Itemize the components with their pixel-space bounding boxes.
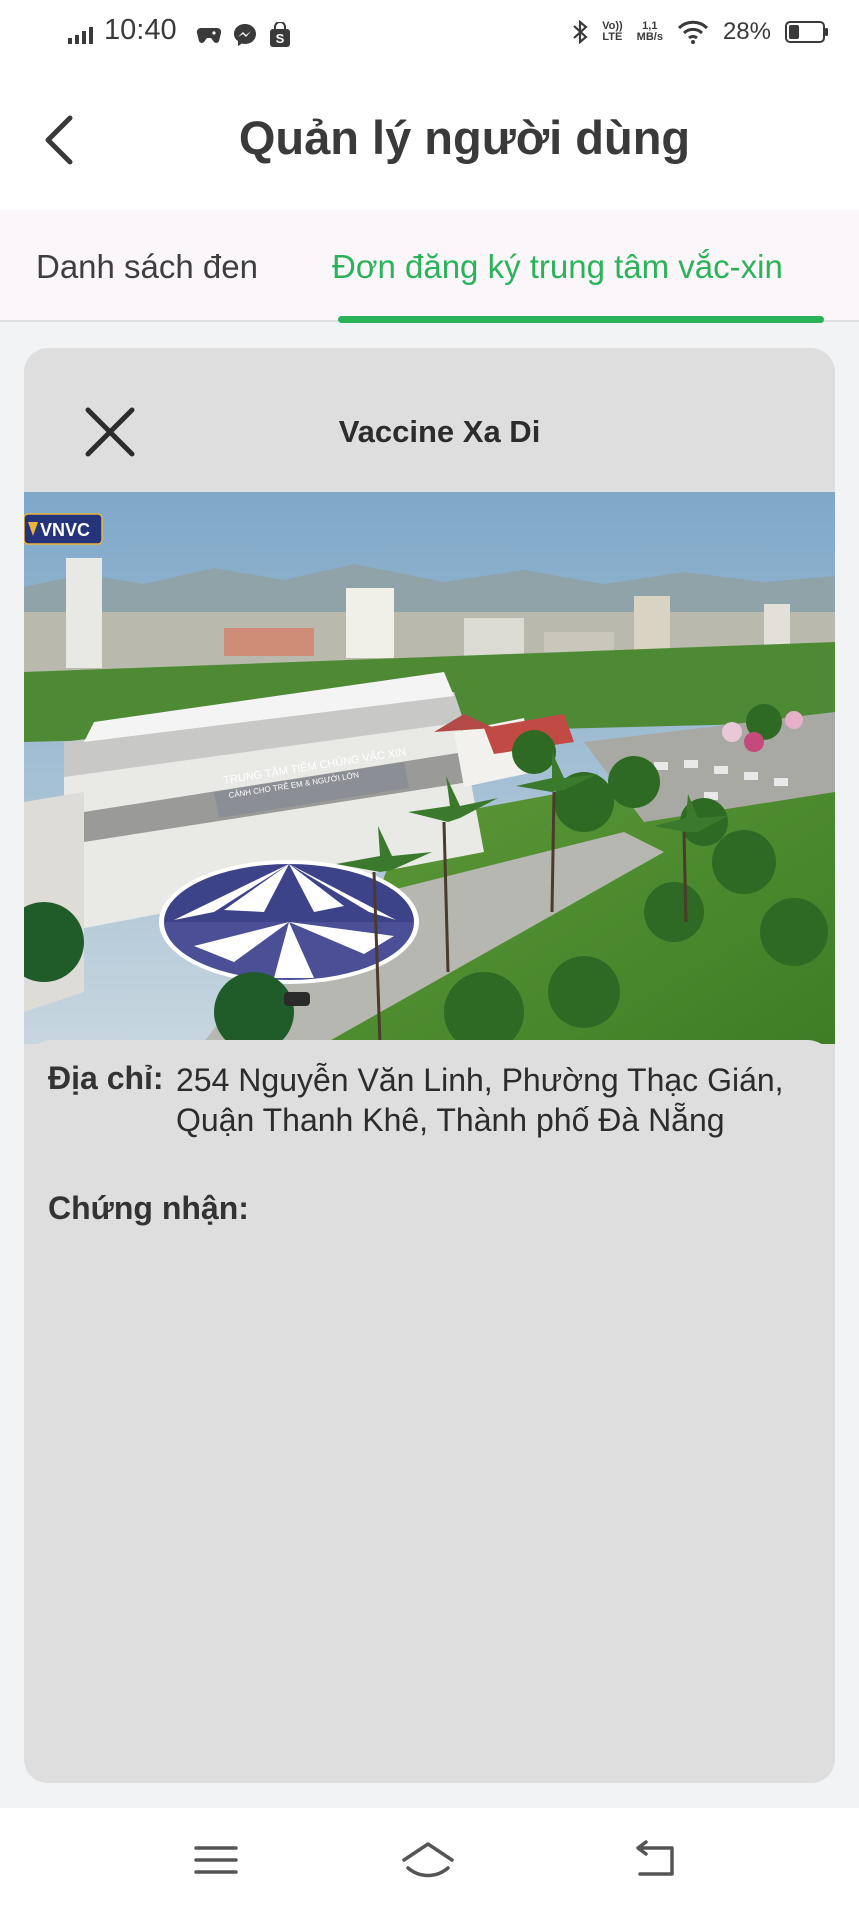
- center-photo-illustration: TRUNG TÂM TIÊM CHỦNG VẮC XIN CẢNH CHO TR…: [24, 492, 835, 1044]
- tab-vaccine-center-registrations[interactable]: Đơn đăng ký trung tâm vắc-xin: [332, 248, 783, 286]
- active-tab-indicator: [338, 316, 824, 323]
- certificate-label: Chứng nhận:: [48, 1190, 249, 1226]
- app-header: Quản lý người dùng: [0, 70, 859, 210]
- back-icon[interactable]: [626, 1838, 686, 1882]
- page-title: Quản lý người dùng: [238, 111, 691, 164]
- svg-text:S: S: [276, 31, 285, 46]
- shopping-bag-icon: S: [270, 22, 290, 47]
- network-speed: 1,1 MB/s: [636, 20, 663, 43]
- tab-blacklist[interactable]: Danh sách đen: [36, 248, 258, 286]
- center-name: Vaccine Xa Di: [338, 414, 541, 449]
- address-label: Địa chỉ:: [48, 1060, 164, 1096]
- battery-icon: [785, 21, 828, 43]
- messenger-icon: [234, 24, 256, 46]
- vnvc-logo: VNVC: [24, 513, 103, 545]
- registration-detail-card: Vaccine Xa Di TRUNG TÂM TIÊM CHỦNG VẮC X…: [24, 348, 835, 1783]
- status-time: 10:40: [104, 14, 177, 46]
- card-header: Vaccine Xa Di: [24, 348, 835, 492]
- wifi-icon: [677, 20, 709, 44]
- battery-percentage: 28%: [722, 18, 771, 45]
- center-info-panel: Địa chỉ: 254 Nguyễn Văn Linh, Phường Thạ…: [24, 1040, 835, 1783]
- signal-icon: [68, 27, 93, 44]
- home-icon[interactable]: [398, 1838, 458, 1882]
- tab-bar: Danh sách đen Đơn đăng ký trung tâm vắc-…: [0, 210, 859, 323]
- volte-icon: Vo)) LTE: [602, 20, 623, 43]
- status-bar: 10:40 S Vo)) LTE 1,1 MB/s 28%: [0, 0, 859, 70]
- address-value: 254 Nguyễn Văn Linh, Phường Thạc Gián, Q…: [176, 1062, 784, 1138]
- bluetooth-icon: [573, 19, 588, 45]
- center-photo: TRUNG TÂM TIÊM CHỦNG VẮC XIN CẢNH CHO TR…: [24, 492, 835, 1044]
- vnvc-logo-text: VNVC: [40, 520, 90, 540]
- game-controller-icon: [196, 27, 222, 43]
- system-nav-bar: [0, 1808, 859, 1908]
- menu-icon[interactable]: [186, 1838, 246, 1882]
